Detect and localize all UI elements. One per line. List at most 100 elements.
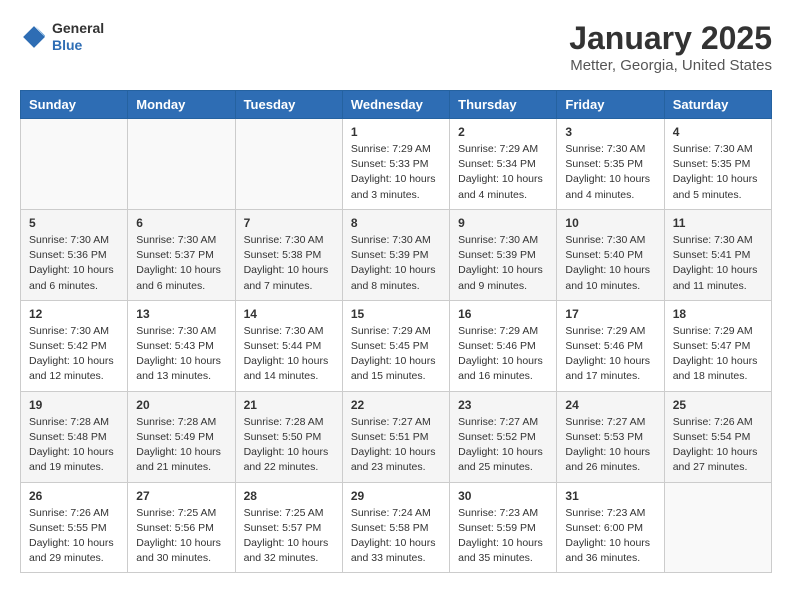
day-number: 31 xyxy=(565,489,655,503)
calendar-cell: 6 Sunrise: 7:30 AM Sunset: 5:37 PM Daylig… xyxy=(128,209,235,300)
calendar-cell: 8 Sunrise: 7:30 AM Sunset: 5:39 PM Daylig… xyxy=(342,209,449,300)
day-number: 12 xyxy=(29,307,119,321)
day-detail: Sunrise: 7:30 AM Sunset: 5:37 PM Dayligh… xyxy=(136,233,226,294)
day-number: 27 xyxy=(136,489,226,503)
day-detail: Sunrise: 7:29 AM Sunset: 5:46 PM Dayligh… xyxy=(458,324,548,385)
day-number: 29 xyxy=(351,489,441,503)
day-detail: Sunrise: 7:30 AM Sunset: 5:44 PM Dayligh… xyxy=(244,324,334,385)
day-detail: Sunrise: 7:28 AM Sunset: 5:50 PM Dayligh… xyxy=(244,415,334,476)
day-detail: Sunrise: 7:30 AM Sunset: 5:38 PM Dayligh… xyxy=(244,233,334,294)
calendar-table: SundayMondayTuesdayWednesdayThursdayFrid… xyxy=(20,90,772,573)
day-detail: Sunrise: 7:23 AM Sunset: 6:00 PM Dayligh… xyxy=(565,506,655,567)
day-number: 7 xyxy=(244,216,334,230)
day-number: 25 xyxy=(673,398,763,412)
calendar-week-row: 19 Sunrise: 7:28 AM Sunset: 5:48 PM Dayli… xyxy=(21,391,772,482)
calendar-week-row: 5Sunrise: 7:30 AM Sunset: 5:36 PM Daylig… xyxy=(21,209,772,300)
day-number: 28 xyxy=(244,489,334,503)
day-detail: Sunrise: 7:28 AM Sunset: 5:48 PM Dayligh… xyxy=(29,415,119,476)
day-number: 16 xyxy=(458,307,548,321)
logo-text: General Blue xyxy=(52,20,104,54)
logo: General Blue xyxy=(20,20,104,54)
calendar-cell: 12 Sunrise: 7:30 AM Sunset: 5:42 PM Dayli… xyxy=(21,300,128,391)
calendar-cell: 20Sunrise: 7:28 AM Sunset: 5:49 PM Dayli… xyxy=(128,391,235,482)
calendar-weekday-saturday: Saturday xyxy=(664,91,771,119)
day-detail: Sunrise: 7:30 AM Sunset: 5:41 PM Dayligh… xyxy=(673,233,763,294)
calendar-cell: 30 Sunrise: 7:23 AM Sunset: 5:59 PM Dayli… xyxy=(450,482,557,573)
day-detail: Sunrise: 7:30 AM Sunset: 5:35 PM Dayligh… xyxy=(565,142,655,203)
calendar-cell xyxy=(21,119,128,210)
calendar-header-row: SundayMondayTuesdayWednesdayThursdayFrid… xyxy=(21,91,772,119)
calendar-cell: 22 Sunrise: 7:27 AM Sunset: 5:51 PM Dayli… xyxy=(342,391,449,482)
calendar-header: SundayMondayTuesdayWednesdayThursdayFrid… xyxy=(21,91,772,119)
day-detail: Sunrise: 7:30 AM Sunset: 5:39 PM Dayligh… xyxy=(351,233,441,294)
day-number: 10 xyxy=(565,216,655,230)
day-number: 20 xyxy=(136,398,226,412)
calendar-weekday-monday: Monday xyxy=(128,91,235,119)
day-detail: Sunrise: 7:27 AM Sunset: 5:51 PM Dayligh… xyxy=(351,415,441,476)
day-detail: Sunrise: 7:29 AM Sunset: 5:46 PM Dayligh… xyxy=(565,324,655,385)
calendar-cell: 11 Sunrise: 7:30 AM Sunset: 5:41 PM Dayli… xyxy=(664,209,771,300)
calendar-weekday-wednesday: Wednesday xyxy=(342,91,449,119)
day-number: 2 xyxy=(458,125,548,139)
day-detail: Sunrise: 7:27 AM Sunset: 5:52 PM Dayligh… xyxy=(458,415,548,476)
page-header: General Blue January 2025 Metter, Georgi… xyxy=(20,20,772,74)
day-number: 26 xyxy=(29,489,119,503)
day-number: 22 xyxy=(351,398,441,412)
day-detail: Sunrise: 7:30 AM Sunset: 5:43 PM Dayligh… xyxy=(136,324,226,385)
calendar-cell: 4 Sunrise: 7:30 AM Sunset: 5:35 PM Daylig… xyxy=(664,119,771,210)
calendar-cell: 23Sunrise: 7:27 AM Sunset: 5:52 PM Dayli… xyxy=(450,391,557,482)
page-title: January 2025 xyxy=(569,20,772,57)
day-number: 17 xyxy=(565,307,655,321)
day-detail: Sunrise: 7:29 AM Sunset: 5:34 PM Dayligh… xyxy=(458,142,548,203)
calendar-cell: 2 Sunrise: 7:29 AM Sunset: 5:34 PM Daylig… xyxy=(450,119,557,210)
day-detail: Sunrise: 7:30 AM Sunset: 5:40 PM Dayligh… xyxy=(565,233,655,294)
calendar-cell: 3 Sunrise: 7:30 AM Sunset: 5:35 PM Daylig… xyxy=(557,119,664,210)
day-number: 11 xyxy=(673,216,763,230)
logo-text-top: General xyxy=(52,20,104,37)
calendar-cell: 31 Sunrise: 7:23 AM Sunset: 6:00 PM Dayli… xyxy=(557,482,664,573)
calendar-cell: 29 Sunrise: 7:24 AM Sunset: 5:58 PM Dayli… xyxy=(342,482,449,573)
calendar-body: 1 Sunrise: 7:29 AM Sunset: 5:33 PM Daylig… xyxy=(21,119,772,573)
day-number: 15 xyxy=(351,307,441,321)
day-number: 4 xyxy=(673,125,763,139)
calendar-weekday-thursday: Thursday xyxy=(450,91,557,119)
calendar-cell: 27Sunrise: 7:25 AM Sunset: 5:56 PM Dayli… xyxy=(128,482,235,573)
calendar-weekday-friday: Friday xyxy=(557,91,664,119)
calendar-cell xyxy=(128,119,235,210)
calendar-cell xyxy=(235,119,342,210)
day-detail: Sunrise: 7:29 AM Sunset: 5:33 PM Dayligh… xyxy=(351,142,441,203)
day-number: 8 xyxy=(351,216,441,230)
calendar-cell: 19 Sunrise: 7:28 AM Sunset: 5:48 PM Dayli… xyxy=(21,391,128,482)
day-detail: Sunrise: 7:27 AM Sunset: 5:53 PM Dayligh… xyxy=(565,415,655,476)
day-detail: Sunrise: 7:30 AM Sunset: 5:35 PM Dayligh… xyxy=(673,142,763,203)
day-detail: Sunrise: 7:23 AM Sunset: 5:59 PM Dayligh… xyxy=(458,506,548,567)
calendar-week-row: 12 Sunrise: 7:30 AM Sunset: 5:42 PM Dayli… xyxy=(21,300,772,391)
calendar-cell: 15 Sunrise: 7:29 AM Sunset: 5:45 PM Dayli… xyxy=(342,300,449,391)
day-number: 19 xyxy=(29,398,119,412)
calendar-cell: 1 Sunrise: 7:29 AM Sunset: 5:33 PM Daylig… xyxy=(342,119,449,210)
calendar-cell: 14Sunrise: 7:30 AM Sunset: 5:44 PM Dayli… xyxy=(235,300,342,391)
day-detail: Sunrise: 7:30 AM Sunset: 5:42 PM Dayligh… xyxy=(29,324,119,385)
day-number: 30 xyxy=(458,489,548,503)
day-detail: Sunrise: 7:26 AM Sunset: 5:55 PM Dayligh… xyxy=(29,506,119,567)
calendar-cell: 7 Sunrise: 7:30 AM Sunset: 5:38 PM Daylig… xyxy=(235,209,342,300)
day-detail: Sunrise: 7:30 AM Sunset: 5:39 PM Dayligh… xyxy=(458,233,548,294)
day-detail: Sunrise: 7:24 AM Sunset: 5:58 PM Dayligh… xyxy=(351,506,441,567)
page-subtitle: Metter, Georgia, United States xyxy=(569,57,772,74)
calendar-cell: 5Sunrise: 7:30 AM Sunset: 5:36 PM Daylig… xyxy=(21,209,128,300)
calendar-cell: 26 Sunrise: 7:26 AM Sunset: 5:55 PM Dayli… xyxy=(21,482,128,573)
day-detail: Sunrise: 7:29 AM Sunset: 5:45 PM Dayligh… xyxy=(351,324,441,385)
day-number: 21 xyxy=(244,398,334,412)
calendar-week-row: 1 Sunrise: 7:29 AM Sunset: 5:33 PM Daylig… xyxy=(21,119,772,210)
calendar-week-row: 26 Sunrise: 7:26 AM Sunset: 5:55 PM Dayli… xyxy=(21,482,772,573)
day-number: 3 xyxy=(565,125,655,139)
day-number: 6 xyxy=(136,216,226,230)
calendar-weekday-tuesday: Tuesday xyxy=(235,91,342,119)
day-number: 1 xyxy=(351,125,441,139)
day-number: 24 xyxy=(565,398,655,412)
calendar-cell: 13Sunrise: 7:30 AM Sunset: 5:43 PM Dayli… xyxy=(128,300,235,391)
day-detail: Sunrise: 7:26 AM Sunset: 5:54 PM Dayligh… xyxy=(673,415,763,476)
day-detail: Sunrise: 7:25 AM Sunset: 5:57 PM Dayligh… xyxy=(244,506,334,567)
logo-text-bottom: Blue xyxy=(52,37,104,54)
day-detail: Sunrise: 7:30 AM Sunset: 5:36 PM Dayligh… xyxy=(29,233,119,294)
